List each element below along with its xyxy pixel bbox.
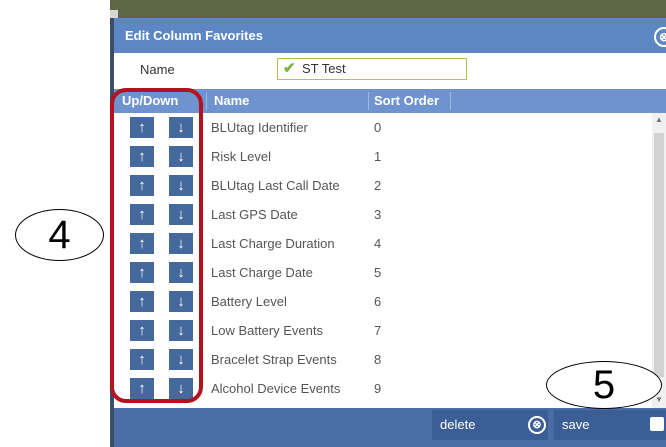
delete-icon: ⊗ bbox=[528, 416, 546, 434]
row-sort-order: 9 bbox=[374, 381, 382, 396]
row-sort-order: 0 bbox=[374, 120, 382, 135]
dialog-title: Edit Column Favorites bbox=[125, 28, 263, 43]
dialog-titlebar: Edit Column Favorites ⊗ bbox=[114, 18, 666, 53]
row-sort-order: 1 bbox=[374, 149, 382, 164]
row-name: Last GPS Date bbox=[211, 207, 298, 222]
name-label: Name bbox=[140, 62, 175, 77]
row-sort-order: 6 bbox=[374, 294, 382, 309]
column-header-name[interactable]: Name bbox=[214, 89, 249, 113]
row-sort-order: 2 bbox=[374, 178, 382, 193]
save-disk-icon bbox=[650, 417, 664, 431]
save-button-label: save bbox=[562, 417, 590, 432]
name-input-value: ST Test bbox=[302, 61, 346, 76]
vertical-scrollbar[interactable]: ▲ ▼ bbox=[652, 113, 666, 408]
row-name: Last Charge Date bbox=[211, 265, 313, 280]
scroll-up-icon[interactable]: ▲ bbox=[655, 115, 663, 124]
column-separator bbox=[206, 92, 207, 110]
row-name: Alcohol Device Events bbox=[211, 381, 341, 396]
row-name: Last Charge Duration bbox=[211, 236, 335, 251]
dialog-footer: delete ⊗ save bbox=[114, 408, 666, 447]
row-name: Risk Level bbox=[211, 149, 271, 164]
background-app-strip bbox=[110, 0, 666, 18]
scroll-down-icon[interactable]: ▼ bbox=[655, 395, 663, 404]
row-name: BLUtag Last Call Date bbox=[211, 178, 340, 193]
row-name: Bracelet Strap Events bbox=[211, 352, 337, 367]
column-separator bbox=[368, 92, 369, 110]
row-name: Low Battery Events bbox=[211, 323, 323, 338]
column-separator bbox=[450, 92, 451, 110]
row-sort-order: 8 bbox=[374, 352, 382, 367]
annotation-callout-4: 4 bbox=[15, 209, 104, 261]
annotation-highlight-box bbox=[110, 88, 203, 403]
name-input[interactable]: ✔ ST Test bbox=[277, 58, 467, 80]
save-button[interactable]: save bbox=[554, 410, 666, 440]
delete-button[interactable]: delete ⊗ bbox=[432, 410, 548, 440]
column-header-sort-order[interactable]: Sort Order bbox=[374, 89, 439, 113]
close-icon[interactable]: ⊗ bbox=[654, 27, 666, 47]
row-sort-order: 5 bbox=[374, 265, 382, 280]
delete-button-label: delete bbox=[440, 417, 476, 432]
row-name: Battery Level bbox=[211, 294, 287, 309]
row-sort-order: 3 bbox=[374, 207, 382, 222]
background-fragment bbox=[110, 10, 118, 18]
check-icon: ✔ bbox=[283, 60, 296, 77]
row-sort-order: 4 bbox=[374, 236, 382, 251]
row-name: BLUtag Identifier bbox=[211, 120, 308, 135]
annotation-callout-5: 5 bbox=[546, 361, 662, 409]
row-sort-order: 7 bbox=[374, 323, 382, 338]
scrollbar-thumb[interactable] bbox=[654, 133, 664, 377]
